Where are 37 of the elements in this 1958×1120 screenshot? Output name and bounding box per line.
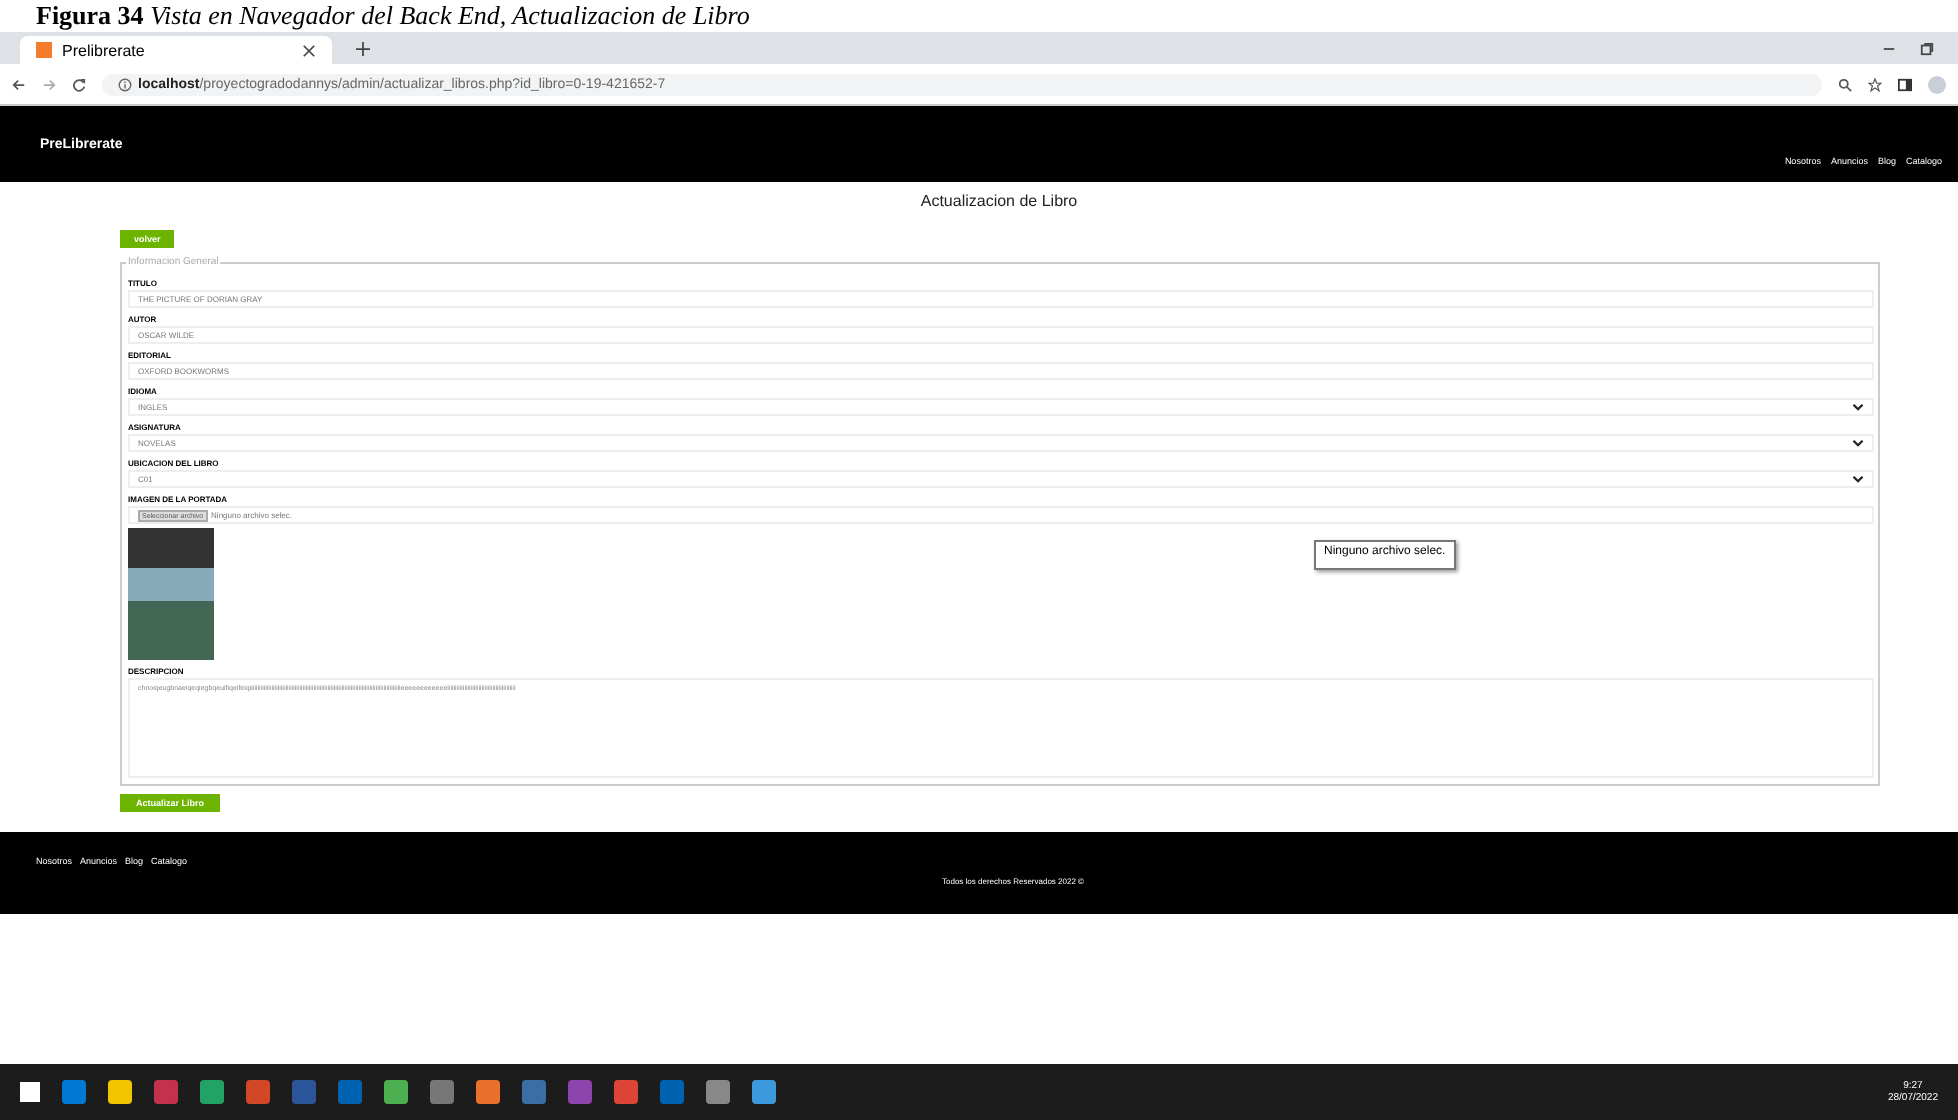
forward-icon[interactable]	[42, 77, 56, 91]
favicon-icon	[36, 42, 52, 58]
app-icon[interactable]	[200, 1080, 224, 1104]
reload-icon[interactable]	[72, 77, 86, 91]
app-icon[interactable]	[338, 1080, 362, 1104]
info-icon	[118, 77, 132, 91]
new-tab-icon[interactable]	[356, 41, 370, 55]
restore-icon[interactable]	[1920, 41, 1934, 55]
app-icon[interactable]	[430, 1080, 454, 1104]
app-icon[interactable]	[614, 1080, 638, 1104]
search-icon[interactable]	[1838, 77, 1852, 91]
app-icon[interactable]	[706, 1080, 730, 1104]
book-cover-placeholder	[128, 528, 214, 660]
app-icon[interactable]	[660, 1080, 684, 1104]
profile-icon[interactable]	[1928, 75, 1946, 93]
app-icon[interactable]	[108, 1080, 132, 1104]
chevron-icon	[1852, 474, 1864, 484]
app-icon[interactable]	[384, 1080, 408, 1104]
star-icon[interactable]	[1868, 77, 1882, 91]
chevron-icon	[1852, 438, 1864, 448]
close-icon[interactable]	[302, 43, 316, 57]
page-title: Actualizacion de Libro	[920, 192, 1078, 210]
app-icon[interactable]	[752, 1080, 776, 1104]
app-icon[interactable]	[522, 1080, 546, 1104]
app-icon[interactable]	[476, 1080, 500, 1104]
app-icon[interactable]	[568, 1080, 592, 1104]
tab-title: Prelibrerate	[62, 41, 145, 59]
app-icon[interactable]	[246, 1080, 270, 1104]
browser-tab[interactable]: Prelibrerate	[20, 36, 332, 64]
app-icon[interactable]	[62, 1080, 86, 1104]
sidebar-icon[interactable]	[1898, 77, 1912, 91]
back-icon[interactable]	[12, 77, 26, 91]
app-icon[interactable]	[292, 1080, 316, 1104]
start-icon[interactable]	[20, 1082, 40, 1102]
chevron-icon	[1852, 402, 1864, 412]
app-icon[interactable]	[154, 1080, 178, 1104]
figure-caption: Figura 34 Vista en Navegador del Back End, Actualizacion de Libro	[34, 0, 752, 32]
